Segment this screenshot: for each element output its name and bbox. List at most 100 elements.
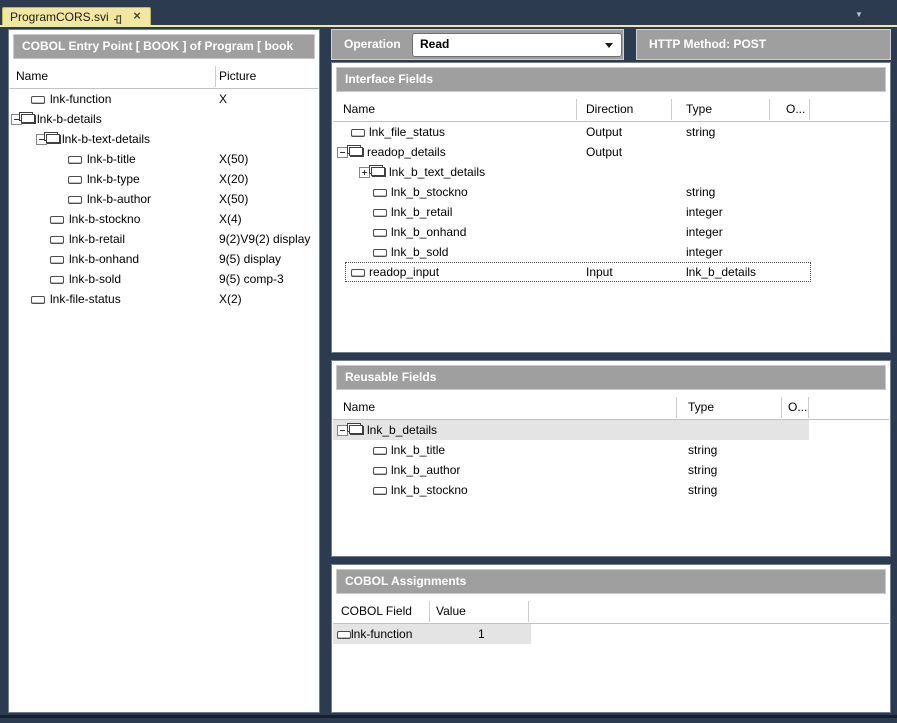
data-item-icon	[31, 96, 45, 104]
column-header-o[interactable]: O...	[788, 400, 807, 414]
column-header-o[interactable]: O...	[786, 102, 805, 116]
tree-row-lnk_b_stockno[interactable]: lnk_b_stocknostring	[333, 182, 889, 202]
row-picture: X(20)	[219, 172, 248, 186]
column-header-type[interactable]: Type	[686, 102, 712, 116]
tree-row-readop_details[interactable]: readop_detailsOutput	[333, 142, 889, 162]
tree-row-lnk_file_status[interactable]: lnk_file_status Output string	[333, 122, 889, 142]
chevron-down-icon[interactable]: ▼	[855, 10, 863, 19]
pin-icon[interactable]	[113, 12, 124, 23]
data-item-icon	[68, 176, 82, 184]
reusable-fields-header: Reusable Fields	[336, 365, 886, 390]
interface-tree: lnk_file_status Output string readop_detail…	[333, 122, 889, 282]
tree-row-lnk-b-title[interactable]: lnk-b-titleX(50)	[10, 149, 318, 169]
tree-row-lnk_b_onhand[interactable]: lnk_b_onhandinteger	[333, 222, 889, 242]
tab-title: ProgramCORS.svi	[10, 10, 109, 24]
row-name: lnk_b_text_details	[389, 165, 485, 179]
row-picture: 9(2)V9(2) display	[219, 232, 310, 246]
data-item-icon	[373, 487, 387, 495]
tree-row-lnk-file-status[interactable]: lnk-file-statusX(2)	[10, 289, 318, 309]
column-header-cobolfield[interactable]: COBOL Field	[341, 604, 412, 618]
tree-row-lnk-b-retail[interactable]: lnk-b-retail9(2)V9(2) display	[10, 229, 318, 249]
data-item-icon	[373, 249, 387, 257]
tree-row-lnk-function[interactable]: lnk-function1	[333, 624, 889, 644]
row-type: lnk_b_details	[686, 265, 756, 279]
row-type: string	[688, 463, 717, 477]
data-item-icon	[373, 189, 387, 197]
row-name: lnk-function	[50, 92, 111, 106]
data-item-icon	[50, 216, 64, 224]
combo-arrow-icon[interactable]	[605, 43, 613, 48]
data-item-icon	[373, 467, 387, 475]
operation-selected-value: Read	[420, 37, 449, 51]
data-item-icon	[50, 276, 64, 284]
column-header-name[interactable]: Name	[343, 102, 375, 116]
group-record-icon	[47, 135, 61, 144]
row-type: string	[686, 125, 715, 139]
row-type: string	[688, 483, 717, 497]
tree-row-lnk_b_details[interactable]: lnk_b_details	[333, 420, 889, 440]
tab-programcors-svi[interactable]: ProgramCORS.svi ×	[2, 7, 151, 26]
cobol-assignments-header: COBOL Assignments	[336, 569, 886, 594]
column-separator	[671, 99, 672, 120]
tree-row-lnk_b_title[interactable]: lnk_b_titlestring	[333, 440, 889, 460]
row-name: lnk-b-onhand	[69, 252, 139, 266]
row-type: integer	[686, 245, 723, 259]
tree-row-lnk-b-stockno[interactable]: lnk-b-stocknoX(4)	[10, 209, 318, 229]
row-type: integer	[686, 225, 723, 239]
column-separator	[808, 397, 809, 418]
row-name: lnk-b-details	[37, 112, 102, 126]
cobol-assignments-panel: COBOL Assignments COBOL Field Value lnk-f…	[331, 564, 891, 713]
row-name: lnk_b_stockno	[391, 483, 468, 497]
data-item-icon	[373, 447, 387, 455]
row-name: lnk-b-title	[87, 152, 136, 166]
tree-row-lnk_b_sold[interactable]: lnk_b_sold integer	[333, 242, 889, 262]
data-item-icon	[351, 269, 365, 277]
tree-row-lnk_b_author[interactable]: lnk_b_author string	[333, 460, 889, 480]
group-record-icon	[350, 148, 364, 157]
tree-row-lnk_b_stockno[interactable]: lnk_b_stockno string	[333, 480, 889, 500]
operation-select[interactable]: Read	[412, 33, 622, 57]
close-icon[interactable]: ×	[130, 8, 144, 24]
row-picture: 9(5) comp-3	[219, 272, 284, 286]
tree-row-lnk-b-text-details[interactable]: lnk-b-text-details	[10, 129, 318, 149]
assignments-column-header[interactable]: COBOL Field Value	[333, 600, 889, 624]
row-name: lnk_b_details	[367, 423, 437, 437]
row-picture: X(4)	[219, 212, 242, 226]
data-item-icon	[373, 209, 387, 217]
tree-row-readop_input[interactable]: readop_inputInputlnk_b_details	[333, 262, 889, 282]
row-type: integer	[686, 205, 723, 219]
left-tree: lnk-functionX lnk-b-details lnk-b-text-det…	[10, 89, 318, 309]
data-item-icon	[351, 129, 365, 137]
row-name: lnk_file_status	[369, 125, 445, 139]
tree-row-lnk-function[interactable]: lnk-functionX	[10, 89, 318, 109]
column-header-value[interactable]: Value	[436, 604, 466, 618]
row-type: string	[686, 185, 715, 199]
interface-fields-header: Interface Fields	[336, 67, 886, 92]
row-direction: Output	[586, 125, 622, 139]
reusable-column-header[interactable]: Name Type O...	[333, 396, 889, 420]
left-tree-column-header[interactable]: Name Picture	[10, 65, 318, 89]
column-header-name[interactable]: Name	[16, 69, 48, 83]
tree-row-lnk_b_text_details[interactable]: lnk_b_text_details	[333, 162, 889, 182]
tree-row-lnk-b-author[interactable]: lnk-b-authorX(50)	[10, 189, 318, 209]
interface-column-header[interactable]: Name Direction Type O...	[333, 98, 889, 122]
row-picture: X(50)	[219, 192, 248, 206]
row-name: lnk_b_author	[391, 463, 460, 477]
tree-row-lnk-b-details[interactable]: lnk-b-details	[10, 109, 318, 129]
row-name: lnk_b_sold	[391, 245, 448, 259]
tree-row-lnk-b-onhand[interactable]: lnk-b-onhand9(5) display	[10, 249, 318, 269]
data-item-icon	[50, 256, 64, 264]
column-header-type[interactable]: Type	[688, 400, 714, 414]
row-name: readop_input	[369, 265, 439, 279]
column-header-picture[interactable]: Picture	[219, 69, 256, 83]
data-item-icon	[68, 196, 82, 204]
column-header-name[interactable]: Name	[343, 400, 375, 414]
tree-row-lnk-b-sold[interactable]: lnk-b-sold9(5) comp-3	[10, 269, 318, 289]
data-item-icon	[373, 229, 387, 237]
column-separator	[528, 601, 529, 622]
tree-row-lnk-b-type[interactable]: lnk-b-type X(20)	[10, 169, 318, 189]
tree-row-lnk_b_retail[interactable]: lnk_b_retailinteger	[333, 202, 889, 222]
row-type: string	[688, 443, 717, 457]
row-name: lnk-b-type	[87, 172, 140, 186]
column-header-direction[interactable]: Direction	[586, 102, 633, 116]
